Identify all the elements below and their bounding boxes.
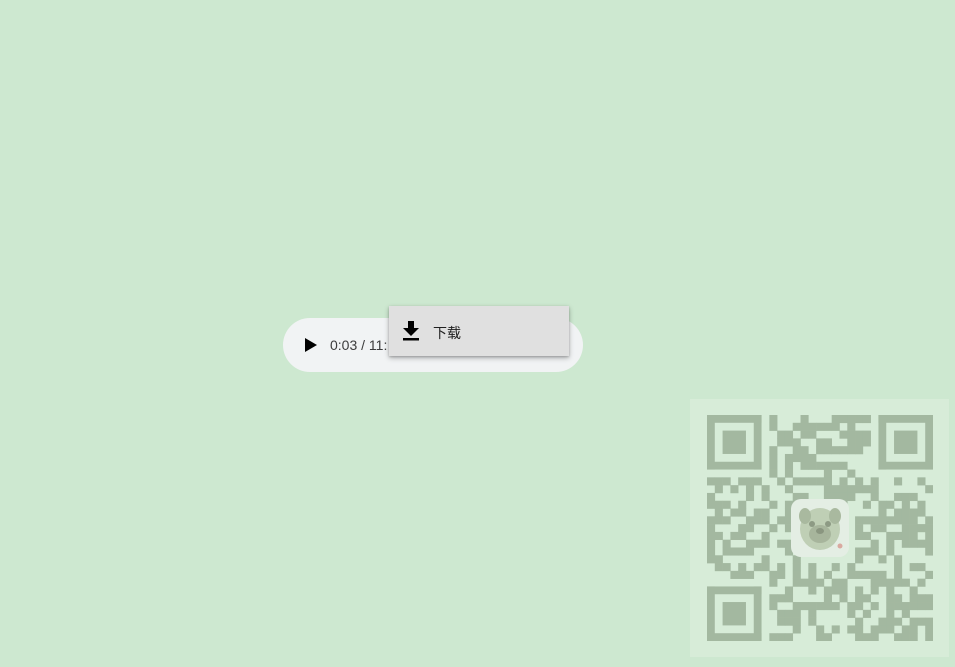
play-button[interactable] [299,333,323,357]
time-display: 0:03 / 11: [330,337,388,353]
play-icon [305,338,317,352]
menu-item-label: 下载 [433,326,461,342]
qr-code-panel [690,399,949,657]
pug-avatar-icon [791,499,849,557]
page-background: 0:03 / 11: 下载 [0,0,955,667]
context-menu: 下载 [389,306,569,356]
menu-item-download[interactable]: 下载 [389,306,569,356]
download-icon [403,321,419,341]
